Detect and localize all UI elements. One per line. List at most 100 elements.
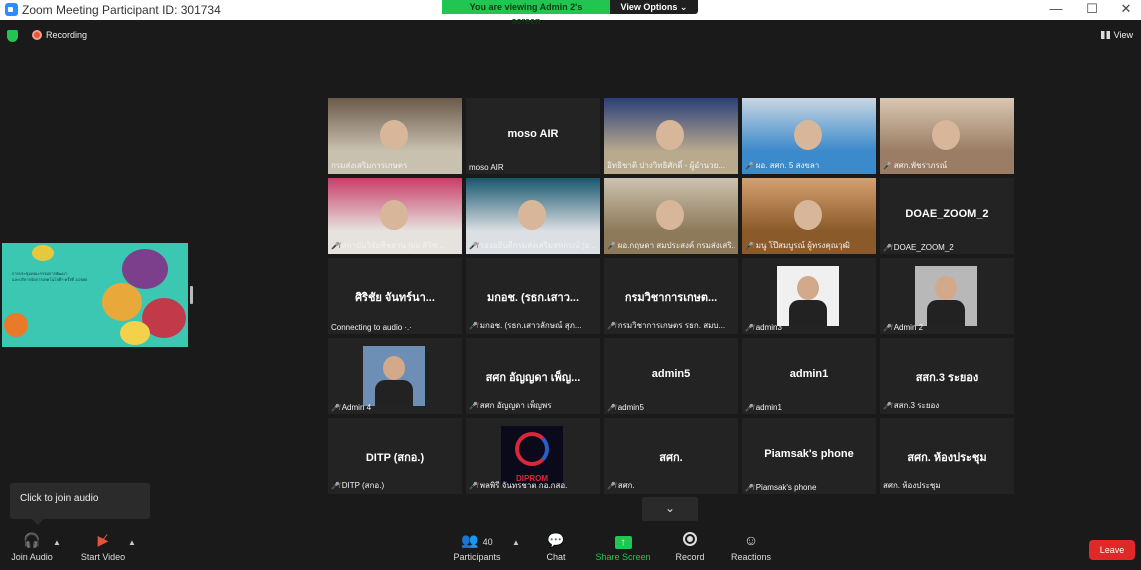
chevron-down-icon: ⌄ bbox=[664, 501, 676, 515]
participant-display-name: ศิริชัย จันทร์นา... bbox=[355, 292, 435, 304]
recording-indicator[interactable]: Recording bbox=[32, 30, 87, 40]
participant-display-name: กรมวิชาการเกษต... bbox=[624, 292, 718, 304]
participant-tile[interactable]: กรมวิชาการเกษต... 🎤̸ กรมวิชาการเกษตร รธก. … bbox=[604, 258, 738, 334]
maximize-button[interactable]: ☐ bbox=[1077, 1, 1107, 19]
participant-display-name: มกอช. (รธก.เสาว... bbox=[486, 292, 580, 304]
participant-tile[interactable]: 🎤̸ สศก.พัชราภรณ์ bbox=[880, 98, 1014, 174]
leave-button[interactable]: Leave bbox=[1089, 540, 1135, 560]
participant-tile[interactable]: 🎤̸ Admin 4 bbox=[328, 338, 462, 414]
participant-label: 🎤̸ มนู โป๊สมบูรณ์ ผู้ทรงคุณวุฒิ bbox=[745, 239, 873, 252]
participant-display-name: สศก อัญญดา เพ็ญ... bbox=[485, 372, 581, 384]
participant-logo: DIPROM bbox=[501, 426, 563, 486]
participant-label: 🎤̸ สถาบันวิจัยพืชสวน (ผอ.ศิริพ... bbox=[331, 239, 459, 252]
participant-display-name: DOAE_ZOOM_2 bbox=[905, 208, 989, 220]
mic-muted-icon: 🎤̸ bbox=[745, 162, 754, 170]
join-audio-button[interactable]: 🎧 Join Audio bbox=[8, 532, 56, 562]
participant-tile[interactable]: Piamsak's phone 🎤̸ Piamsak's phone bbox=[742, 418, 876, 494]
participant-figure bbox=[935, 276, 957, 300]
mic-muted-icon: 🎤̸ bbox=[607, 242, 616, 250]
fruit-illustration bbox=[102, 283, 142, 321]
participant-figure bbox=[794, 120, 822, 150]
fruit-illustration bbox=[32, 245, 54, 261]
participant-label: 🎤̸ admin3 bbox=[745, 323, 873, 332]
headphones-icon: 🎧 bbox=[23, 532, 41, 548]
video-options-caret[interactable]: ▲ bbox=[128, 538, 136, 547]
participant-figure bbox=[797, 276, 819, 300]
share-screen-button[interactable]: ↑ Share Screen bbox=[594, 532, 652, 562]
participant-label: 🎤̸ Admin 2 bbox=[883, 323, 1011, 332]
mic-muted-icon: 🎤̸ bbox=[331, 482, 340, 490]
participant-tile[interactable]: สศก อัญญดา เพ็ญ... 🎤̸ สศก อัญญดา เพ็ญพร bbox=[466, 338, 600, 414]
participant-tile[interactable]: อิทธิชาติ ปางวิทธิศักดิ์ - ผู้อำนวย... bbox=[604, 98, 738, 174]
participant-tile[interactable]: 🎤̸ ผอ.กฤษดา สมประสงค์ กรมส่งเสริ... bbox=[604, 178, 738, 254]
participant-name-text: ผอ. สศก. 5 สงขลา bbox=[755, 161, 820, 170]
participant-tile[interactable]: สศก. ห้องประชุม สศก. ห้องประชุม bbox=[880, 418, 1014, 494]
chat-button[interactable]: 💬 Chat bbox=[538, 532, 574, 562]
participants-button[interactable]: 👥 40 Participants bbox=[450, 532, 504, 562]
participants-options-caret[interactable]: ▲ bbox=[512, 538, 520, 547]
diprom-logo-icon bbox=[515, 432, 549, 466]
mic-muted-icon: 🎤̸ bbox=[607, 322, 616, 330]
minimize-button[interactable]: — bbox=[1041, 1, 1071, 19]
participant-label: อิทธิชาติ ปางวิทธิศักดิ์ - ผู้อำนวย... bbox=[607, 159, 735, 172]
participant-label: 🎤̸ สศก. bbox=[607, 479, 735, 492]
shared-screen-thumbnail[interactable]: การประชุมคณะกรรมการพัฒนา และบริหารจัดการ… bbox=[2, 243, 188, 347]
participant-label: 🎤̸ admin5 bbox=[607, 403, 735, 412]
participant-tile[interactable]: สสก.3 ระยอง 🎤̸ สสก.3 ระยอง bbox=[880, 338, 1014, 414]
participant-name-text: กรมวิชาการเกษตร รธก. สมบ... bbox=[617, 321, 726, 330]
participants-count: 40 bbox=[482, 537, 493, 547]
participant-tile[interactable]: 🎤̸ มนู โป๊สมบูรณ์ ผู้ทรงคุณวุฒิ bbox=[742, 178, 876, 254]
participant-name-text: สถาบันวิจัยพืชสวน (ผอ.ศิริพ... bbox=[341, 241, 444, 250]
participant-display-name: สศก. ห้องประชุม bbox=[907, 452, 987, 464]
participant-tile[interactable]: 🎤̸ admin3 bbox=[742, 258, 876, 334]
fruit-illustration bbox=[4, 313, 28, 337]
participant-label: 🎤̸ Piamsak's phone bbox=[745, 483, 873, 492]
mic-muted-icon: 🎤̸ bbox=[607, 404, 616, 412]
security-shield-icon[interactable] bbox=[7, 30, 18, 42]
close-button[interactable]: ✕ bbox=[1111, 1, 1141, 19]
participant-tile[interactable]: 🎤̸ ผอ. สศก. 5 สงขลา bbox=[742, 98, 876, 174]
participant-tile[interactable]: มกอช. (รธก.เสาว... 🎤̸ มกอช. (รธก.เสาวลักษณ… bbox=[466, 258, 600, 334]
participant-display-name: Piamsak's phone bbox=[764, 448, 854, 460]
record-button[interactable]: Record bbox=[672, 532, 708, 562]
participant-figure bbox=[656, 200, 684, 230]
start-video-button[interactable]: ▶̸ Start Video bbox=[76, 532, 130, 562]
participant-tile[interactable]: DITP (สกอ.) 🎤̸ DITP (สกอ.) bbox=[328, 418, 462, 494]
participant-tile[interactable]: 🎤̸ Admin 2 bbox=[880, 258, 1014, 334]
participant-tile[interactable]: DOAE_ZOOM_2 🎤̸ DOAE_ZOOM_2 bbox=[880, 178, 1014, 254]
participant-tile[interactable]: admin5 🎤̸ admin5 bbox=[604, 338, 738, 414]
participant-name-text: สศก. bbox=[617, 481, 635, 490]
reactions-button[interactable]: ☺ Reactions bbox=[728, 532, 774, 562]
view-button[interactable]: View bbox=[1100, 30, 1133, 40]
join-audio-tooltip[interactable]: Click to join audio bbox=[10, 483, 150, 525]
participant-label: 🎤̸ ผอ. สศก. 5 สงขลา bbox=[745, 159, 873, 172]
mic-muted-icon: 🎤̸ bbox=[883, 402, 892, 410]
participant-figure bbox=[383, 356, 405, 380]
participant-name-text: admin3 bbox=[755, 323, 782, 332]
participant-name-text: Piamsak's phone bbox=[755, 483, 817, 492]
participant-name-text: กรมส่งเสริมการเกษตร bbox=[331, 161, 408, 170]
participant-name-text: admin1 bbox=[755, 403, 782, 412]
audio-options-caret[interactable]: ▲ bbox=[53, 538, 61, 547]
participant-figure bbox=[656, 120, 684, 150]
participant-photo bbox=[777, 266, 839, 326]
participant-tile[interactable]: กรมส่งเสริมการเกษตร bbox=[328, 98, 462, 174]
resize-handle[interactable] bbox=[190, 286, 193, 304]
collapse-gallery-button[interactable]: ⌄ bbox=[642, 497, 698, 521]
participant-name-text: มนู โป๊สมบูรณ์ ผู้ทรงคุณวุฒิ bbox=[755, 241, 850, 250]
participant-label: 🎤̸ กรมวิชาการเกษตร รธก. สมบ... bbox=[607, 319, 735, 332]
mic-muted-icon: 🎤̸ bbox=[331, 404, 340, 412]
participant-tile[interactable]: 🎤̸ สถาบันวิจัยพืชสวน (ผอ.ศิริพ... bbox=[328, 178, 462, 254]
participant-tile[interactable]: 🎤̸ รองอธิบดีกรมส่งเสริมสหกรณ์ (อ... bbox=[466, 178, 600, 254]
view-options-button[interactable]: View Options ⌄ bbox=[610, 0, 698, 14]
participant-tile[interactable]: moso AIR moso AIR bbox=[466, 98, 600, 174]
participant-name-text: ผอ.กฤษดา สมประสงค์ กรมส่งเสริ... bbox=[617, 241, 735, 250]
participant-tile[interactable]: DIPROM 🎤̸ พลพิรี จันทรชาต กอ.กสอ. bbox=[466, 418, 600, 494]
participant-name-text: สสก.3 ระยอง bbox=[893, 401, 940, 410]
mic-muted-icon: 🎤̸ bbox=[607, 482, 616, 490]
participant-name-text: อิทธิชาติ ปางวิทธิศักดิ์ - ผู้อำนวย... bbox=[607, 161, 725, 170]
participant-figure bbox=[794, 200, 822, 230]
participant-tile[interactable]: สศก. 🎤̸ สศก. bbox=[604, 418, 738, 494]
participant-tile[interactable]: ศิริชัย จันทร์นา... Connecting to audio ·… bbox=[328, 258, 462, 334]
participant-tile[interactable]: admin1 🎤̸ admin1 bbox=[742, 338, 876, 414]
